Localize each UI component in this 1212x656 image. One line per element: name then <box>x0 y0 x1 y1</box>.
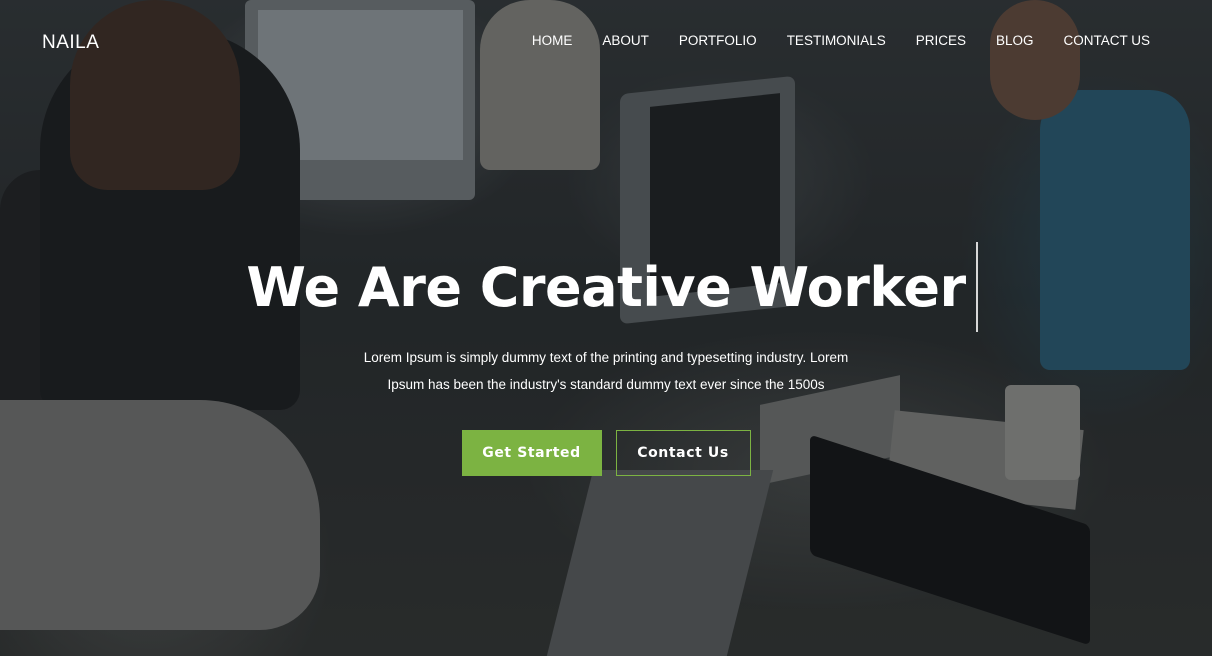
contact-us-button[interactable]: Contact Us <box>615 430 751 476</box>
nav-item-prices[interactable]: PRICES <box>916 32 966 50</box>
nav-item-about[interactable]: ABOUT <box>602 32 649 50</box>
hero-content: We Are Creative Worker Lorem Ipsum is si… <box>0 242 1212 476</box>
hero-subtitle-line: Lorem Ipsum is simply dummy text of the … <box>363 350 849 365</box>
nav-item-contact-us[interactable]: CONTACT US <box>1063 32 1150 50</box>
hero-subtitle: Lorem Ipsum is simply dummy text of the … <box>336 344 876 398</box>
nav-item-blog[interactable]: BLOG <box>996 32 1034 50</box>
headline-wrapper: We Are Creative Worker <box>246 242 978 332</box>
nav-item-home[interactable]: HOME <box>532 32 573 50</box>
typing-cursor <box>975 242 978 332</box>
hero-headline: We Are Creative Worker <box>246 256 966 319</box>
hero-subtitle-line: Ipsum has been the industry's standard d… <box>387 377 825 392</box>
nav-item-portfolio[interactable]: PORTFOLIO <box>679 32 757 50</box>
site-logo[interactable]: NAILA <box>42 32 99 54</box>
hero-buttons: Get Started Contact Us <box>0 430 1212 476</box>
main-navigation: HOME ABOUT PORTFOLIO TESTIMONIALS PRICES… <box>502 32 1150 50</box>
nav-item-testimonials[interactable]: TESTIMONIALS <box>787 32 886 50</box>
hero-section: NAILA HOME ABOUT PORTFOLIO TESTIMONIALS … <box>0 0 1212 656</box>
get-started-button[interactable]: Get Started <box>461 430 602 476</box>
